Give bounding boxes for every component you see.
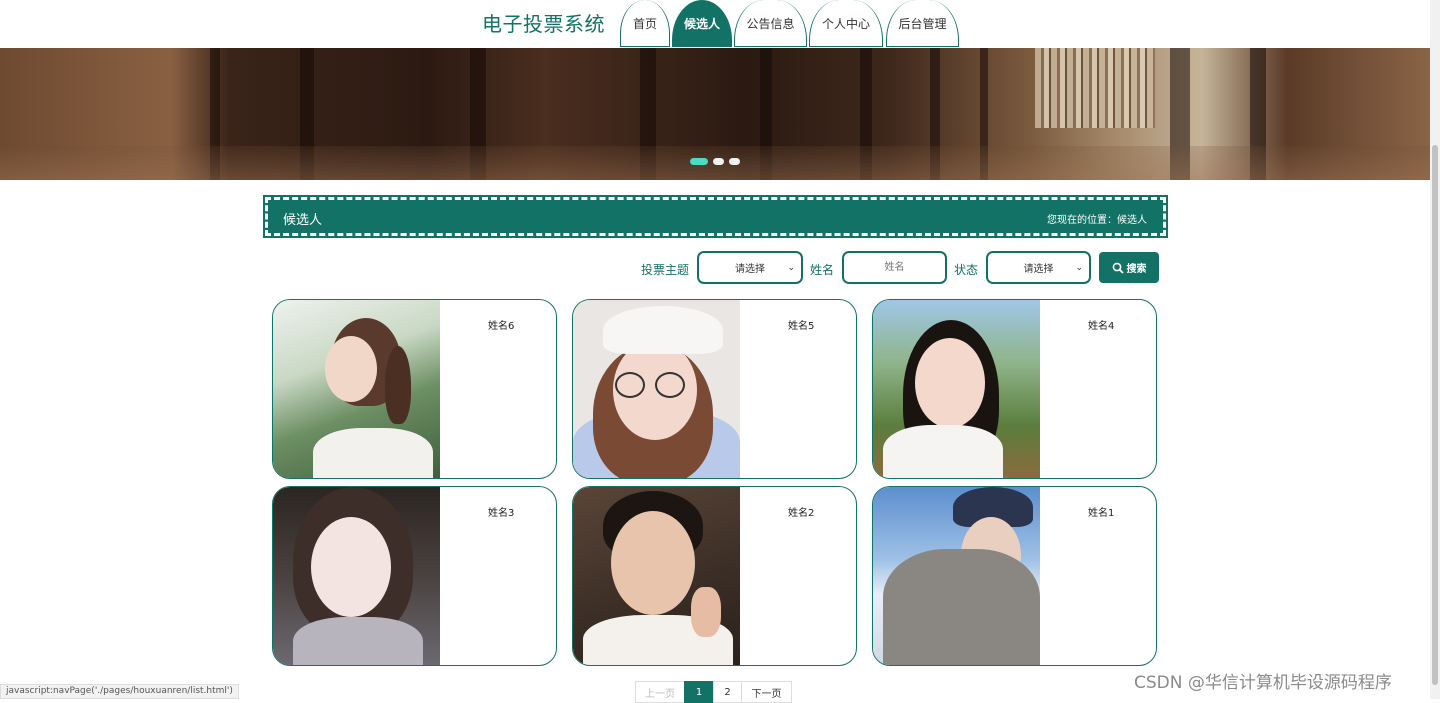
nav-home-label: 首页 — [632, 16, 657, 31]
nav-home[interactable]: 首页 — [620, 0, 670, 47]
breadcrumb: 您现在的位置：候选人 — [1047, 215, 1147, 226]
photo-glasses — [655, 372, 685, 398]
candidate-name: 姓名4 — [1088, 321, 1115, 332]
candidate-card[interactable]: 姓名5 — [572, 299, 857, 479]
nav-candidates[interactable]: 候选人 — [672, 0, 732, 47]
watermark: CSDN @华信计算机毕设源码程序 — [1134, 673, 1392, 693]
candidate-card[interactable]: 姓名6 — [272, 299, 557, 479]
candidate-photo — [273, 487, 440, 665]
name-input[interactable] — [842, 251, 947, 284]
photo-hoodie — [883, 549, 1040, 665]
photo-hand — [691, 587, 721, 637]
photo-cap — [603, 306, 723, 354]
nav-candidates-label: 候选人 — [683, 16, 720, 31]
candidate-name: 姓名6 — [488, 321, 515, 332]
status-select-value: 请选择 — [1023, 264, 1054, 275]
candidate-name: 姓名1 — [1088, 508, 1115, 519]
photo-shirt — [883, 425, 1003, 478]
candidate-photo — [573, 300, 740, 478]
search-button-label: 搜索 — [1126, 264, 1147, 275]
candidate-photo — [873, 300, 1040, 478]
candidate-card[interactable]: 姓名1 — [872, 486, 1157, 666]
candidate-name: 姓名5 — [788, 321, 815, 332]
banner-carousel[interactable] — [0, 48, 1430, 180]
top-nav: 电子投票系统 首页 候选人 公告信息 个人中心 后台管理 — [0, 0, 1430, 48]
photo-sweater — [293, 617, 423, 665]
photo-face — [325, 336, 377, 402]
candidate-photo — [273, 300, 440, 478]
banner-bookshelf — [1035, 48, 1155, 128]
status-select[interactable]: 请选择 ⌄ — [986, 251, 1091, 284]
search-icon — [1112, 262, 1124, 274]
candidate-name: 姓名3 — [488, 508, 515, 519]
carousel-dot-1[interactable] — [690, 158, 708, 165]
carousel-dot-3[interactable] — [729, 158, 740, 165]
nav-personal-center-label: 个人中心 — [821, 16, 870, 31]
candidate-name: 姓名2 — [788, 508, 815, 519]
page-1-button[interactable]: 1 — [684, 681, 714, 703]
candidate-card[interactable]: 姓名2 — [572, 486, 857, 666]
nav-admin-label: 后台管理 — [898, 16, 947, 31]
candidate-card[interactable]: 姓名3 — [272, 486, 557, 666]
theme-select[interactable]: 请选择 ⌄ — [697, 251, 803, 284]
status-label: 状态 — [954, 263, 979, 277]
section-header: 候选人 您现在的位置：候选人 — [263, 195, 1168, 238]
theme-select-value: 请选择 — [735, 264, 765, 275]
page-scrollbar[interactable] — [1430, 0, 1440, 699]
prev-page-button[interactable]: 上一页 — [635, 681, 685, 703]
photo-shirt — [313, 428, 433, 478]
nav-announcements[interactable]: 公告信息 — [734, 0, 807, 47]
chevron-down-icon: ⌄ — [1075, 263, 1083, 273]
name-label: 姓名 — [810, 263, 835, 277]
next-page-button[interactable]: 下一页 — [741, 681, 792, 703]
search-button[interactable]: 搜索 — [1099, 252, 1159, 283]
scrollbar-thumb[interactable] — [1432, 145, 1438, 685]
photo-glasses — [615, 372, 645, 398]
photo-face — [311, 517, 391, 617]
photo-ponytail — [385, 346, 411, 424]
nav-admin[interactable]: 后台管理 — [886, 0, 959, 47]
page-2-button[interactable]: 2 — [713, 681, 742, 703]
browser-status-bar: javascript:navPage('./pages/houxuanren/l… — [0, 684, 239, 699]
theme-label: 投票主题 — [641, 263, 690, 277]
photo-face — [915, 338, 985, 428]
search-form: 投票主题 请选择 ⌄ 姓名 状态 请选择 ⌄ 搜索 — [0, 251, 1440, 285]
nav-personal-center[interactable]: 个人中心 — [809, 0, 883, 47]
nav-announcements-label: 公告信息 — [746, 16, 795, 31]
candidate-photo — [873, 487, 1040, 665]
carousel-indicators — [690, 158, 740, 165]
candidate-photo — [573, 487, 740, 665]
section-title: 候选人 — [283, 213, 323, 228]
carousel-dot-2[interactable] — [713, 158, 724, 165]
chevron-down-icon: ⌄ — [787, 263, 795, 273]
candidate-card[interactable]: 姓名4 — [872, 299, 1157, 479]
pagination: 上一页 1 2 下一页 — [635, 681, 792, 703]
site-title: 电子投票系统 — [482, 12, 605, 36]
photo-face — [611, 511, 695, 615]
